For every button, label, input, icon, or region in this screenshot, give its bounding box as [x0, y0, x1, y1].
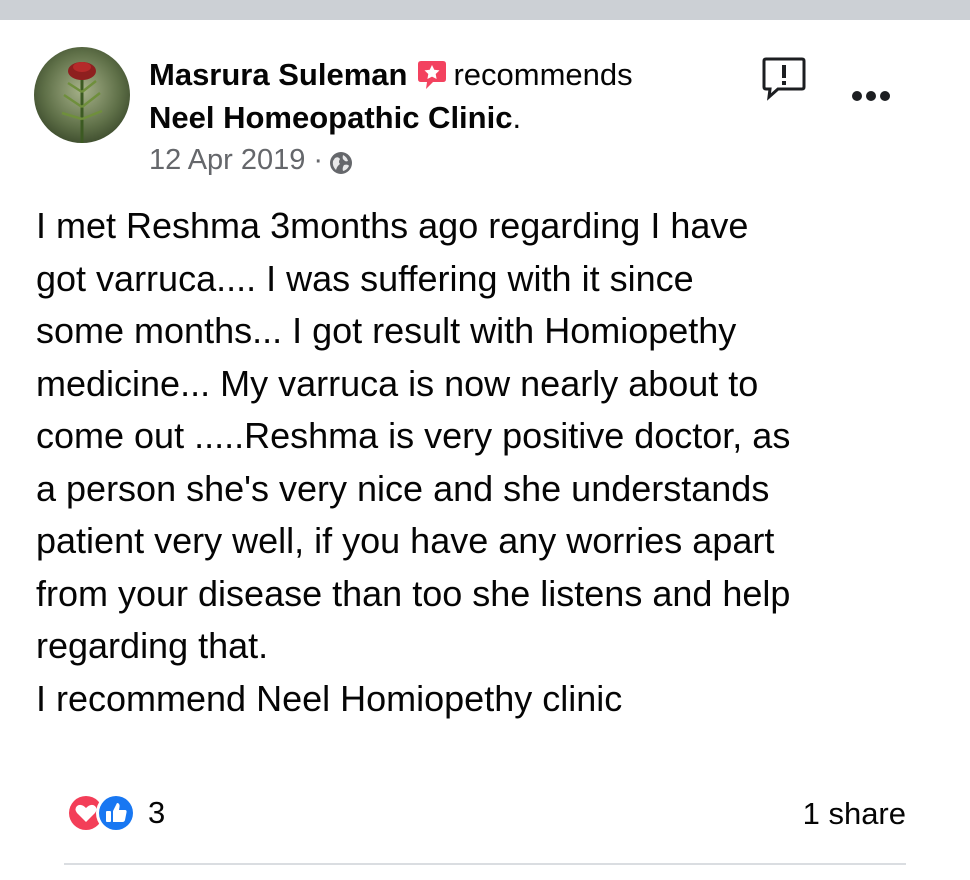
- like-reaction-icon: [96, 793, 136, 833]
- reaction-count: 3: [148, 795, 166, 830]
- avatar[interactable]: [34, 47, 130, 143]
- page-name-line: Neel Homeopathic Clinic.: [149, 99, 521, 137]
- post-body-line: I met Reshma 3months ago regarding I hav…: [36, 205, 749, 246]
- share-count[interactable]: 1 share: [803, 795, 906, 833]
- recommendation-post: Masrura Suleman recommends Neel Homeopat…: [0, 20, 970, 880]
- post-body-line: from your disease than too she listens a…: [36, 572, 791, 614]
- globe-icon: [329, 148, 353, 174]
- post-meta: 12 Apr 2019 ·: [149, 142, 353, 178]
- recommend-badge-icon: [417, 59, 447, 91]
- reaction-icons: [64, 791, 142, 835]
- post-body-line: some months... I got result with Homiope…: [36, 310, 737, 351]
- post-body-line: medicine... My varruca is now nearly abo…: [36, 362, 759, 404]
- post-body-line: a person she's very nice and she underst…: [36, 467, 770, 509]
- page-name[interactable]: Neel Homeopathic Clinic: [149, 100, 512, 135]
- more-options-icon[interactable]: [850, 84, 892, 108]
- meta-separator: ·: [313, 144, 324, 176]
- top-bar: [0, 0, 970, 20]
- post-body-line: patient very well, if you have any worri…: [36, 520, 775, 561]
- author-name[interactable]: Masrura Suleman: [149, 56, 407, 94]
- post-date[interactable]: 12 Apr 2019: [149, 142, 305, 178]
- report-icon[interactable]: [760, 54, 808, 102]
- author-line: Masrura Suleman recommends: [149, 56, 633, 94]
- post-body: I met Reshma 3months ago regarding I hav…: [36, 200, 936, 725]
- post-body-line: got varruca.... I was suffering with it …: [36, 257, 694, 299]
- post-body-line: I recommend Neel Homiopethy clinic: [36, 677, 623, 719]
- page-name-suffix: .: [512, 100, 522, 135]
- action-text: recommends: [453, 57, 633, 92]
- post-body-line: come out .....Reshma is very positive do…: [36, 415, 791, 456]
- post-body-line: regarding that.: [36, 625, 269, 666]
- divider: [64, 863, 906, 865]
- reactions-summary[interactable]: 3: [64, 791, 165, 835]
